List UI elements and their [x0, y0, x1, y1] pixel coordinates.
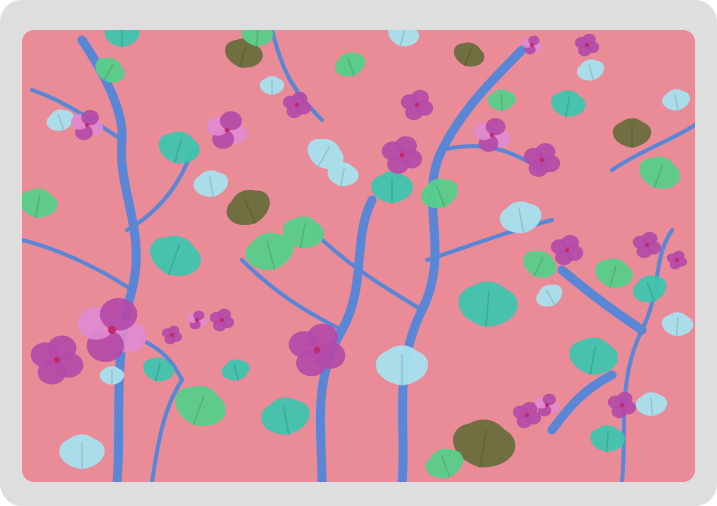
flower-petal: [292, 91, 308, 106]
flower-center: [399, 152, 405, 158]
flower-center: [295, 103, 299, 107]
laptop-skin-frame: [0, 0, 717, 506]
flower-center: [224, 127, 230, 133]
flower-center: [53, 356, 61, 364]
flower-center: [539, 157, 545, 163]
flower-center: [85, 123, 89, 127]
flower-center: [170, 333, 174, 337]
flower-center: [313, 346, 321, 354]
flower-petal: [582, 33, 596, 46]
flower-petal: [99, 298, 138, 331]
flower-center: [489, 132, 495, 138]
flower-center: [585, 43, 589, 47]
flower-petal: [307, 323, 338, 351]
flower-center: [545, 403, 549, 407]
flower-center: [620, 403, 624, 407]
flower-petal: [542, 393, 556, 406]
flower-petal: [219, 111, 242, 131]
flower-center: [645, 243, 649, 247]
flower-petal: [617, 391, 633, 406]
flower-petal: [642, 231, 658, 246]
flower-petal: [561, 234, 579, 251]
flower-center: [525, 413, 529, 417]
flower-petal: [673, 250, 685, 261]
floral-pattern: [22, 30, 695, 482]
flower-petal: [217, 308, 231, 321]
flower-center: [530, 43, 534, 47]
flower-center: [195, 318, 199, 322]
flower-petal: [535, 143, 556, 161]
flower-petal: [47, 335, 77, 361]
flower-petal: [411, 89, 429, 106]
flower-center: [415, 103, 419, 107]
flower-petal: [528, 35, 540, 46]
flower-petal: [81, 109, 99, 126]
flower-petal: [168, 325, 180, 336]
flower-center: [565, 248, 569, 252]
flower-center: [220, 318, 224, 322]
flower-petal: [394, 136, 417, 156]
flower-center: [675, 258, 679, 262]
flower-center: [107, 325, 117, 335]
laptop-skin-print: [22, 30, 695, 482]
flower-petal: [485, 118, 506, 136]
flower-petal: [193, 310, 205, 321]
